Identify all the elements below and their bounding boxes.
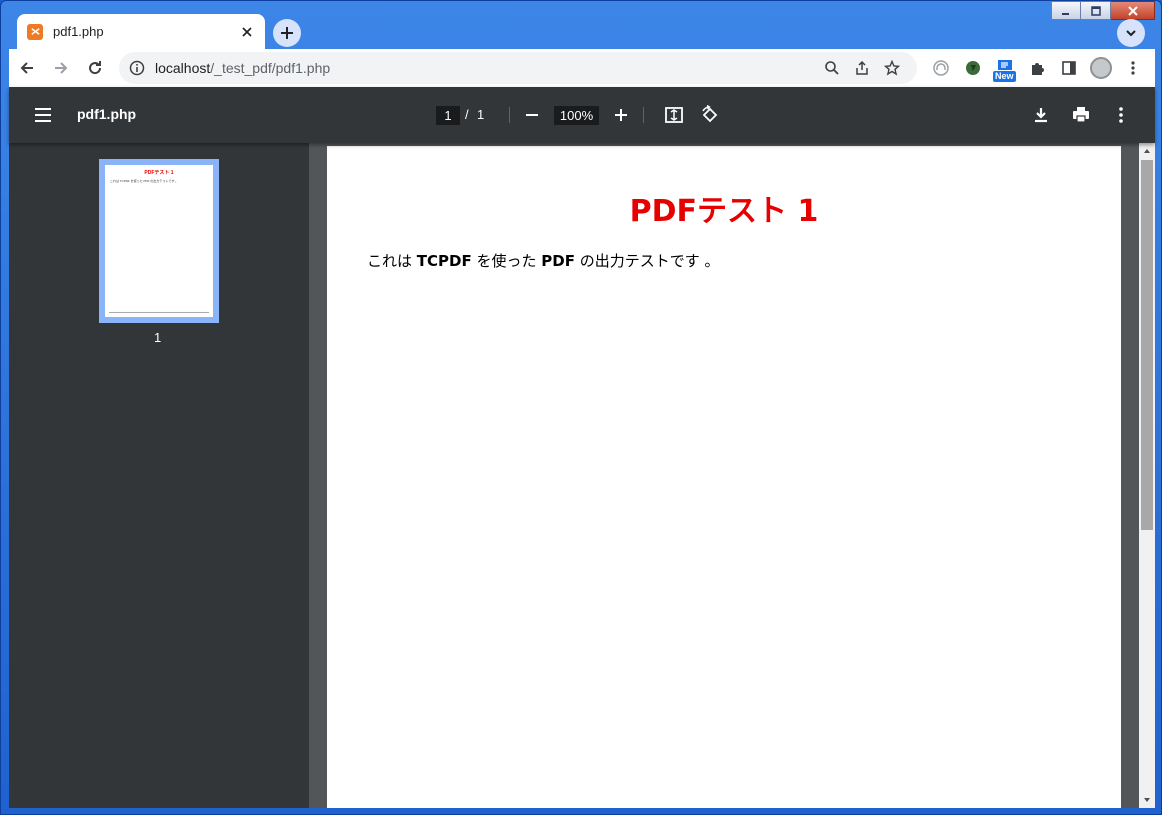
thumbnail-body: これは TCPDF を使った PDF の出力テストです 。 [110,179,179,183]
thumbnail-page-number: 1 [154,330,162,345]
vertical-scrollbar[interactable] [1139,143,1155,808]
fit-to-page-button[interactable] [662,103,686,127]
pdf-viewer: pdf1.php 1 / 1 100% PDFテスト 1 これは TCPDF を… [9,87,1155,808]
extension-2-button[interactable] [957,52,989,84]
print-button[interactable] [1069,103,1093,127]
url-path: /_test_pdf/pdf1.php [210,60,331,76]
zoom-input[interactable]: 100% [554,106,599,125]
thumbnail-heading: PDFテスト 1 [144,170,174,176]
extension-1-button[interactable] [925,52,957,84]
new-badge: New [993,71,1016,82]
browser-toolbar: localhost/_test_pdf/pdf1.php New [9,49,1155,87]
avatar [1090,57,1112,79]
document-area: PDFテスト 1 これは TCPDF を使った PDF の出力テストです 。 [309,143,1139,808]
reload-button[interactable] [79,52,111,84]
body-text-2: を使った [471,252,542,270]
side-panel-icon [1062,61,1076,75]
arrow-left-icon [20,62,33,74]
extensions-area: New [925,52,1149,84]
body-text-1: これは [367,252,417,270]
more-vert-icon [1131,61,1135,75]
address-bar[interactable]: localhost/_test_pdf/pdf1.php [119,52,917,84]
tab-title: pdf1.php [53,24,104,39]
tab-pdf1[interactable]: pdf1.php [17,14,265,49]
extension-new-button[interactable]: New [989,52,1021,84]
body-text-tcpdf: TCPDF [416,252,472,270]
rotate-button[interactable] [698,103,722,127]
page-thumbnail[interactable]: PDFテスト 1 これは TCPDF を使った PDF の出力テストです 。 [99,159,219,323]
zoom-search-button[interactable] [817,54,847,82]
download-button[interactable] [1029,103,1053,127]
headset-icon [933,60,949,76]
tab-close-button[interactable] [239,24,255,40]
scroll-down-icon[interactable] [1142,795,1152,805]
more-vert-icon [1119,107,1123,123]
star-icon [884,60,900,76]
new-tab-button[interactable] [273,19,301,47]
share-button[interactable] [847,54,877,82]
zoom-out-button[interactable] [520,103,544,127]
share-icon [856,60,868,75]
side-panel-button[interactable] [1053,52,1085,84]
sidebar-menu-button[interactable] [31,103,55,127]
fit-page-icon [665,107,683,123]
plus-icon [281,27,293,39]
arrow-right-icon [55,62,68,74]
profile-button[interactable] [1085,52,1117,84]
pdf-page: PDFテスト 1 これは TCPDF を使った PDF の出力テストです 。 [327,146,1121,808]
scroll-up-icon[interactable] [1142,146,1152,156]
document-heading: PDFテスト 1 [629,194,819,229]
search-icon [825,61,839,75]
back-button[interactable] [11,52,43,84]
thumbnail-footer-line [109,312,209,313]
pdf-title: pdf1.php [77,106,137,122]
toolbar-divider [509,107,510,123]
bookmark-button[interactable] [877,54,907,82]
zoom-in-button[interactable] [609,103,633,127]
puzzle-icon [1032,63,1044,75]
print-icon [1073,107,1089,123]
page-separator: / [465,107,469,122]
url-text: localhost/_test_pdf/pdf1.php [155,60,817,76]
scrollbar-thumb[interactable] [1141,160,1153,530]
page-total: 1 [477,107,485,122]
download-icon [1035,108,1047,123]
globe-icon [966,61,980,75]
body-text-pdf: PDF [541,252,575,270]
more-options-button[interactable] [1109,103,1133,127]
forward-button[interactable] [45,52,77,84]
xampp-favicon-icon [27,23,43,40]
rotate-icon [702,105,718,123]
page-number-input[interactable]: 1 [436,106,460,125]
toolbar-divider [643,107,644,123]
hamburger-icon [35,108,51,122]
info-icon[interactable] [129,60,145,76]
extensions-menu-button[interactable] [1021,52,1053,84]
close-icon [242,26,252,37]
tab-search-button[interactable] [1117,19,1145,47]
tab-strip: pdf1.php [9,9,1153,49]
body-text-3: の出力テストです 。 [574,252,720,270]
pdf-toolbar: pdf1.php 1 / 1 100% [9,87,1155,143]
plus-icon [615,109,627,121]
browser-window: pdf1.php localhost/_test_pdf/pdf1.php Ne… [0,0,1162,815]
thumbnail-sidebar: PDFテスト 1 これは TCPDF を使った PDF の出力テストです 。 1 [9,143,309,808]
reload-icon [89,61,102,75]
minus-icon [526,114,538,116]
url-host: localhost [155,60,211,76]
document-body: これは TCPDF を使った PDF の出力テストです 。 [367,250,720,271]
chrome-menu-button[interactable] [1117,52,1149,84]
chevron-down-icon [1126,30,1136,37]
